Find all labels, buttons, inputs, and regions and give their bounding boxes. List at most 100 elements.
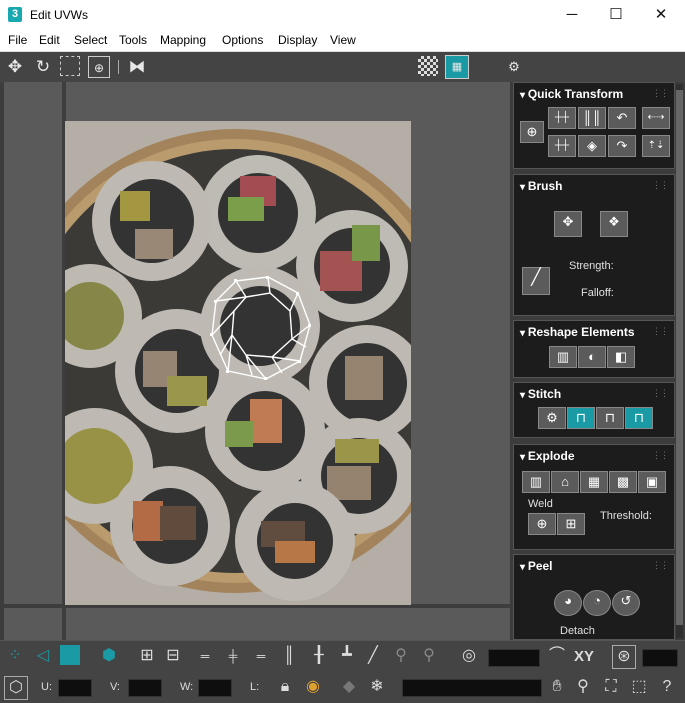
select-edge-icon[interactable]: ◁ [32, 645, 54, 667]
snowflake-icon[interactable]: ❄ [366, 676, 388, 698]
pattern-icon[interactable]: ▦ [445, 55, 469, 79]
absolute-mode-icon[interactable]: ⬡ [4, 676, 28, 700]
weld-target-icon[interactable]: ⊞ [557, 513, 585, 535]
align-grid-icon[interactable]: ◈ [578, 135, 606, 157]
cube-relax-icon[interactable]: ◧ [607, 346, 635, 368]
relax-icon[interactable]: ◐ [578, 346, 606, 368]
menu-options[interactable]: Options [222, 33, 263, 47]
zoom-region-icon[interactable]: ⛶ [600, 676, 622, 698]
grow-selection-icon[interactable]: ⊞ [136, 645, 158, 667]
menu-mapping[interactable]: Mapping [160, 33, 206, 47]
align-vertical-icon[interactable]: ║║ [578, 107, 606, 129]
menu-select[interactable]: Select [74, 33, 107, 47]
select-by-element-icon[interactable]: ┻ [336, 645, 358, 667]
grip-icon[interactable]: ⋮⋮ [652, 560, 669, 571]
menu-tools[interactable]: Tools [119, 33, 147, 47]
align-horizontal-icon[interactable]: ┼┼ [548, 107, 576, 129]
lock-icon[interactable]: 🔒︎ [274, 676, 296, 698]
space-vertical-icon[interactable]: ⇡⇣ [642, 135, 670, 157]
grip-icon[interactable]: ⋮⋮ [652, 88, 669, 99]
menu-view[interactable]: View [330, 33, 356, 47]
paint-move-icon[interactable]: ✥ [554, 211, 582, 237]
edge-loop-icon[interactable]: ╂ [308, 645, 330, 667]
ring-icon[interactable]: ╪ [220, 645, 246, 667]
weld-selected-icon[interactable]: ⊕ [528, 513, 556, 535]
explode-flatten-icon[interactable]: ▣ [638, 471, 666, 493]
grip-icon[interactable]: ⋮⋮ [652, 326, 669, 337]
menu-display[interactable]: Display [278, 33, 317, 47]
rollout-reshape-elements: Reshape Elements ⋮⋮ ▥ ◐ ◧ [513, 320, 675, 378]
reset-peel-icon[interactable]: ↺ [612, 590, 640, 616]
xy-label[interactable]: XY [574, 648, 594, 665]
paint-select-icon[interactable]: ╱ [362, 645, 384, 667]
help-icon[interactable]: ? [656, 676, 678, 698]
maximize-button[interactable]: ☐ [593, 0, 639, 30]
uv-mesh-selection[interactable] [206, 275, 316, 385]
rollout-title[interactable]: Stitch [520, 387, 561, 401]
zoom-extents-icon[interactable]: ⬚ [628, 676, 650, 698]
rollout-title[interactable]: Brush [520, 179, 563, 193]
u-field[interactable] [58, 679, 92, 697]
edge-distance-field[interactable] [642, 649, 678, 667]
menu-file[interactable]: File [8, 33, 27, 47]
space-horizontal-icon[interactable]: ⇠⇢ [642, 107, 670, 129]
select-face-icon[interactable] [60, 645, 80, 665]
select-element-icon[interactable]: ⬢ [98, 645, 120, 667]
scale-icon[interactable]: ⊕ [88, 56, 110, 78]
enlarge-brush-icon[interactable]: ⚲ [390, 645, 412, 667]
rollout-stitch: Stitch ⋮⋮ ⚙ ⊓ ⊓ ⊓ [513, 382, 675, 438]
falloff-curve-icon[interactable]: ╱ [522, 267, 550, 295]
stitch-target-icon[interactable]: ⊓ [625, 407, 653, 429]
select-vertex-icon[interactable]: ⁘ [4, 645, 26, 667]
grip-icon[interactable]: ⋮⋮ [652, 450, 669, 461]
edge-distance-icon[interactable]: ⊛ [612, 645, 636, 669]
falloff-value-field[interactable] [488, 649, 540, 667]
hide-icon[interactable]: ◆ [338, 676, 360, 698]
rollout-title[interactable]: Reshape Elements [520, 325, 635, 339]
break-icon[interactable]: ▥ [522, 471, 550, 493]
selection-set-field[interactable] [402, 679, 542, 697]
mirror-icon[interactable]: ⧓ [126, 56, 148, 78]
move-icon[interactable]: ✥ [4, 56, 26, 78]
straighten-icon[interactable]: ▥ [549, 346, 577, 368]
rotate-cw-icon[interactable]: ↷ [608, 135, 636, 157]
panel-scrollbar-thumb[interactable] [676, 90, 683, 625]
zoom-icon[interactable]: ⚲ [572, 676, 594, 698]
stitch-source-icon[interactable]: ⊓ [567, 407, 595, 429]
menu-edit[interactable]: Edit [39, 33, 60, 47]
rotate-ccw-icon[interactable]: ↶ [608, 107, 636, 129]
minimize-button[interactable]: ─ [549, 0, 595, 30]
close-button[interactable]: ✕ [638, 0, 684, 30]
soft-selection-icon[interactable]: ◎ [458, 645, 480, 667]
explode-smoothing-icon[interactable]: ⌂ [551, 471, 579, 493]
ring-grow-icon[interactable]: ║ [278, 645, 300, 667]
shrink-selection-icon[interactable]: ⊟ [162, 645, 184, 667]
peel-mode-icon[interactable]: ◔ [583, 590, 611, 616]
rollout-title[interactable]: Peel [520, 559, 553, 573]
shrink-brush-icon[interactable]: ⚲ [418, 645, 440, 667]
pivot-icon[interactable]: ⊕ [520, 121, 544, 143]
grip-icon[interactable]: ⋮⋮ [652, 180, 669, 191]
stitch-custom-icon[interactable]: ⚙ [538, 407, 566, 429]
stitch-average-icon[interactable]: ⊓ [596, 407, 624, 429]
falloff-type-icon[interactable]: ⌒ [546, 645, 568, 667]
w-field[interactable] [198, 679, 232, 697]
loop-grow-icon[interactable]: ═ [248, 645, 274, 667]
explode-checker-icon[interactable]: ▩ [609, 471, 637, 493]
rollout-title[interactable]: Quick Transform [520, 87, 623, 101]
v-field[interactable] [128, 679, 162, 697]
relax-brush-icon[interactable]: ❖ [600, 211, 628, 237]
explode-material-icon[interactable]: ▦ [580, 471, 608, 493]
uv-settings-icon[interactable]: ⚙ [503, 56, 525, 78]
align-vertical-center-icon[interactable]: ┼┼ [548, 135, 576, 157]
hand-pan-icon[interactable]: ✋︎ [546, 676, 568, 698]
freeform-icon[interactable] [60, 56, 80, 76]
loop-icon[interactable]: ═ [192, 645, 218, 667]
w-label: W: [180, 681, 194, 693]
checker-icon[interactable] [418, 56, 438, 76]
quick-peel-icon[interactable]: ◕ [554, 590, 582, 616]
rollout-title[interactable]: Explode [520, 449, 575, 463]
eye-icon[interactable]: ◉ [302, 676, 324, 698]
rotate-icon[interactable]: ↻ [32, 56, 54, 78]
grip-icon[interactable]: ⋮⋮ [652, 388, 669, 399]
